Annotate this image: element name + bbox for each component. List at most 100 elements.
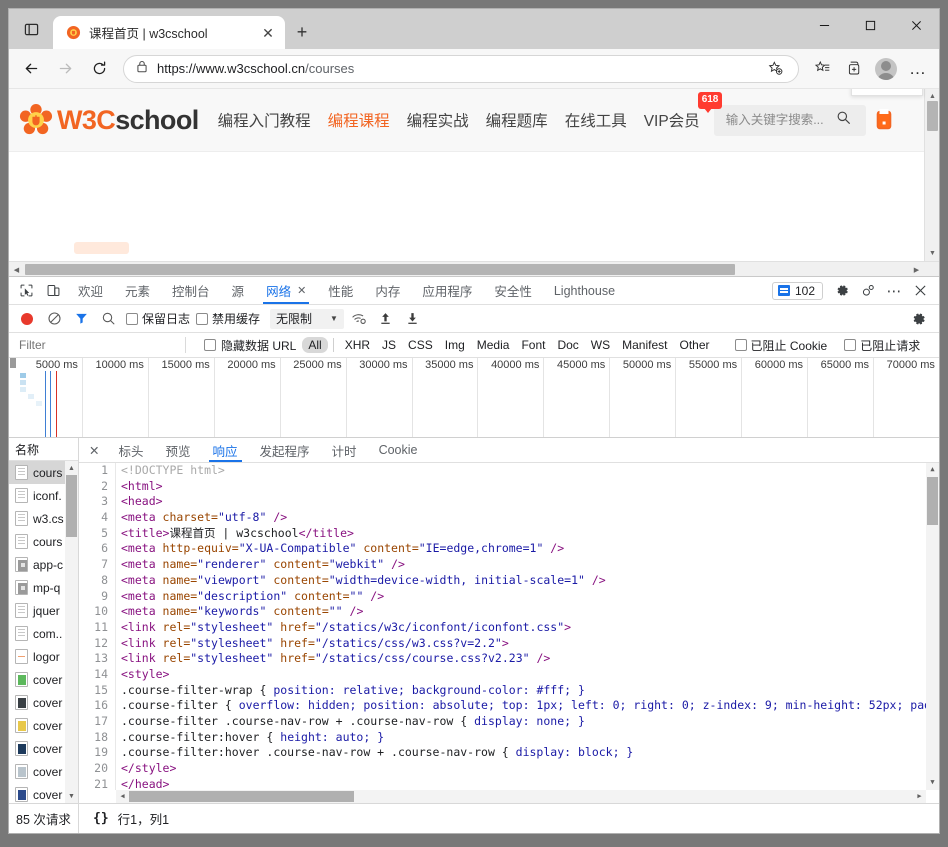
code-scroll-right-arrow[interactable]: ▶ bbox=[913, 790, 926, 803]
gear-icon[interactable] bbox=[830, 279, 854, 303]
network-conditions-icon[interactable] bbox=[347, 307, 371, 331]
nav-item-4[interactable]: 在线工具 bbox=[565, 109, 627, 131]
code-scroll-down-arrow[interactable]: ▼ bbox=[926, 776, 939, 790]
customize-icon[interactable] bbox=[856, 279, 880, 303]
page-vscroll-thumb[interactable] bbox=[927, 101, 938, 131]
address-bar[interactable]: https://www.w3cschool.cn/courses bbox=[123, 55, 799, 83]
profile-avatar[interactable] bbox=[871, 54, 901, 84]
export-har-icon[interactable] bbox=[401, 307, 425, 331]
code-hscroll-thumb[interactable] bbox=[129, 791, 354, 802]
code-vertical-scrollbar[interactable]: ▲ ▼ bbox=[926, 463, 939, 790]
blocked-cookies-checkbox[interactable]: 已阻止 Cookie bbox=[735, 337, 828, 354]
maximize-button[interactable] bbox=[847, 9, 893, 41]
detail-tab-initiator[interactable]: 发起程序 bbox=[249, 438, 321, 462]
overview-left-grip[interactable] bbox=[9, 358, 17, 437]
detail-tab-cookies[interactable]: Cookie bbox=[368, 438, 429, 462]
network-overview-timeline[interactable]: 5000 ms 10000 ms 15000 ms 20000 ms 25000… bbox=[9, 358, 939, 438]
message-count-badge[interactable]: 102 bbox=[772, 282, 823, 300]
preserve-log-checkbox[interactable]: 保留日志 bbox=[126, 310, 190, 327]
type-filter-xhr[interactable]: XHR bbox=[339, 337, 376, 353]
type-filter-media[interactable]: Media bbox=[471, 337, 516, 353]
scroll-right-arrow[interactable]: ▶ bbox=[909, 262, 924, 277]
device-toolbar-icon[interactable] bbox=[40, 277, 67, 304]
new-tab-button[interactable]: + bbox=[285, 16, 319, 49]
add-favorite-icon[interactable] bbox=[760, 54, 790, 84]
search-button[interactable] bbox=[96, 307, 120, 331]
preserve-log-checkbox-box[interactable] bbox=[126, 313, 138, 325]
nav-item-5[interactable]: VIP会员 bbox=[644, 109, 700, 131]
code-scroll-left-arrow[interactable]: ◀ bbox=[116, 790, 129, 803]
clear-button[interactable] bbox=[42, 307, 66, 331]
type-filter-all[interactable]: All bbox=[302, 337, 327, 353]
scroll-left-arrow[interactable]: ◀ bbox=[9, 262, 24, 277]
nav-item-1[interactable]: 编程课程 bbox=[328, 109, 390, 131]
tab-search-button[interactable] bbox=[9, 9, 53, 49]
type-filter-font[interactable]: Font bbox=[515, 337, 551, 353]
type-filter-js[interactable]: JS bbox=[376, 337, 402, 353]
devtools-tab-welcome[interactable]: 欢迎 bbox=[67, 277, 114, 304]
nav-item-0[interactable]: 编程入门教程 bbox=[218, 109, 311, 131]
forward-button[interactable] bbox=[49, 53, 81, 85]
page-vertical-scrollbar[interactable]: ▲ ▼ bbox=[924, 89, 939, 276]
search-icon[interactable] bbox=[836, 110, 851, 130]
disable-cache-checkbox[interactable]: 禁用缓存 bbox=[196, 310, 260, 327]
request-list-scrollbar[interactable]: ▲ ▼ bbox=[65, 461, 78, 803]
devtools-tab-sources[interactable]: 源 bbox=[221, 277, 256, 304]
scroll-down-arrow[interactable]: ▼ bbox=[925, 246, 939, 260]
nav-item-3[interactable]: 编程题库 bbox=[486, 109, 548, 131]
type-filter-manifest[interactable]: Manifest bbox=[616, 337, 673, 353]
page-horizontal-scrollbar[interactable]: ◀ ▶ bbox=[9, 261, 939, 276]
site-search-box[interactable]: 618 bbox=[714, 105, 866, 136]
throttling-select[interactable]: 无限制 ▼ bbox=[270, 309, 344, 329]
reload-button[interactable] bbox=[83, 53, 115, 85]
import-har-icon[interactable] bbox=[374, 307, 398, 331]
devtools-tab-security[interactable]: 安全性 bbox=[483, 277, 543, 304]
devtools-tab-memory[interactable]: 内存 bbox=[364, 277, 411, 304]
type-filter-other[interactable]: Other bbox=[674, 337, 716, 353]
request-rows[interactable]: coursiconf.w3.cscoursapp-cmp-qjquercom..… bbox=[9, 461, 78, 803]
browser-tab[interactable]: 课程首页 | w3cschool ✕ bbox=[53, 16, 285, 49]
filter-button[interactable] bbox=[69, 307, 93, 331]
devtools-tab-lighthouse[interactable]: Lighthouse bbox=[543, 277, 626, 304]
blocked-requests-checkbox[interactable]: 已阻止请求 bbox=[844, 337, 920, 354]
request-scroll-down-arrow[interactable]: ▼ bbox=[65, 789, 78, 803]
record-button[interactable] bbox=[15, 307, 39, 331]
devtools-tab-performance[interactable]: 性能 bbox=[317, 277, 364, 304]
hide-data-urls-checkbox[interactable]: 隐藏数据 URL bbox=[204, 337, 296, 354]
back-button[interactable] bbox=[15, 53, 47, 85]
blocked-cookies-box[interactable] bbox=[735, 339, 747, 351]
request-scroll-thumb[interactable] bbox=[66, 475, 77, 537]
browser-more-icon[interactable]: … bbox=[903, 54, 933, 84]
network-settings-gear-icon[interactable] bbox=[907, 307, 931, 331]
devtools-tab-application[interactable]: 应用程序 bbox=[411, 277, 483, 304]
code-vscroll-thumb[interactable] bbox=[927, 477, 938, 525]
type-filter-img[interactable]: Img bbox=[439, 337, 471, 353]
type-filter-css[interactable]: CSS bbox=[402, 337, 439, 353]
devtools-tab-elements[interactable]: 元素 bbox=[114, 277, 161, 304]
type-filter-doc[interactable]: Doc bbox=[551, 337, 584, 353]
close-detail-icon[interactable]: ✕ bbox=[81, 438, 107, 462]
cart-icon[interactable] bbox=[874, 107, 896, 133]
site-search-input[interactable] bbox=[724, 112, 836, 128]
close-window-button[interactable] bbox=[893, 9, 939, 41]
detail-tab-response[interactable]: 响应 bbox=[202, 438, 249, 462]
collections-icon[interactable] bbox=[839, 54, 869, 84]
pretty-print-icon[interactable]: {} bbox=[93, 811, 109, 826]
devtools-tab-console[interactable]: 控制台 bbox=[161, 277, 221, 304]
detail-tab-preview[interactable]: 预览 bbox=[155, 438, 202, 462]
detail-tab-timing[interactable]: 计时 bbox=[321, 438, 368, 462]
devtools-more-icon[interactable]: ⋯ bbox=[882, 279, 906, 303]
devtools-tab-network[interactable]: 网络 ✕ bbox=[255, 277, 317, 304]
blocked-requests-box[interactable] bbox=[844, 339, 856, 351]
disable-cache-checkbox-box[interactable] bbox=[196, 313, 208, 325]
hide-data-urls-box[interactable] bbox=[204, 339, 216, 351]
favorites-icon[interactable] bbox=[807, 54, 837, 84]
code-horizontal-scrollbar[interactable]: ◀ ▶ bbox=[116, 790, 926, 803]
code-scroll-up-arrow[interactable]: ▲ bbox=[926, 463, 939, 477]
close-tab-icon[interactable]: ✕ bbox=[257, 22, 279, 44]
inspect-element-icon[interactable] bbox=[13, 277, 40, 304]
nav-item-2[interactable]: 编程实战 bbox=[407, 109, 469, 131]
detail-tab-headers[interactable]: 标头 bbox=[107, 438, 154, 462]
response-code-viewer[interactable]: 1<!DOCTYPE html>2<html>3<head>4<meta cha… bbox=[79, 463, 939, 803]
request-scroll-up-arrow[interactable]: ▲ bbox=[65, 461, 78, 475]
